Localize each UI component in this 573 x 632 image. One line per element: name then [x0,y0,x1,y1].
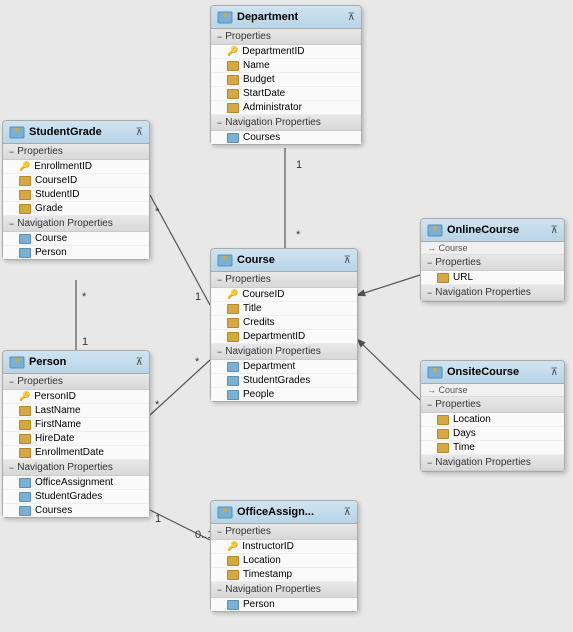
department-header[interactable]: Department ⊼ [211,6,361,29]
person-nav-courses: Courses [3,504,149,517]
onlinecourse-expand[interactable]: ⊼ [551,225,558,236]
onsitecourse-entity: OnsiteCourse ⊼ → Course − Properties Loc… [420,360,565,472]
onsitecourse-expand[interactable]: ⊼ [551,367,558,378]
course-prop-credits: Credits [211,316,357,330]
onsitecourse-header[interactable]: OnsiteCourse ⊼ [421,361,564,384]
officeassignment-props-header[interactable]: − Properties [211,524,357,540]
studentgrade-expand[interactable]: ⊼ [136,127,143,138]
course-entity: Course ⊼ − Properties 🔑 CourseID Title C… [210,248,358,402]
svg-text:*: * [155,399,160,411]
onsitecourse-props-header[interactable]: − Properties [421,397,564,413]
course-header[interactable]: Course ⊼ [211,249,357,272]
onsite-prop-location: Location [421,413,564,427]
svg-text:*: * [296,229,301,241]
onlinecourse-header[interactable]: OnlineCourse ⊼ [421,219,564,242]
diagram-canvas: 1 * * 1 * 1 * * 1 0..1 [0,0,573,632]
department-icon [217,9,233,25]
person-props-header[interactable]: − Properties [3,374,149,390]
studentgrade-title: StudentGrade [29,126,102,138]
sg-prop-grade: Grade [3,202,149,216]
course-expand[interactable]: ⊼ [344,255,351,266]
oa-nav-person: Person [211,598,357,611]
onsitecourse-title: OnsiteCourse [447,366,519,378]
onsitecourse-nav-header[interactable]: − Navigation Properties [421,455,564,471]
onlinecourse-subtitle: → Course [421,242,564,255]
course-nav-studentgrades: StudentGrades [211,374,357,388]
dept-prop-startdate: StartDate [211,87,361,101]
person-prop-firstname: FirstName [3,418,149,432]
officeassignment-title: OfficeAssign... [237,506,314,518]
person-expand[interactable]: ⊼ [136,357,143,368]
oa-prop-timestamp: Timestamp [211,568,357,582]
officeassignment-expand[interactable]: ⊼ [344,507,351,518]
course-prop-courseid: 🔑 CourseID [211,288,357,302]
svg-text:1: 1 [155,513,161,525]
sg-prop-courseid: CourseID [3,174,149,188]
onlinecourse-icon [427,222,443,238]
onlinecourse-entity: OnlineCourse ⊼ → Course − Properties URL… [420,218,565,302]
dept-nav-courses: Courses [211,131,361,144]
svg-text:1: 1 [82,336,88,348]
person-entity: Person ⊼ − Properties 🔑 PersonID LastNam… [2,350,150,518]
onlinecourse-nav-header[interactable]: − Navigation Properties [421,285,564,301]
course-prop-title: Title [211,302,357,316]
course-nav-header[interactable]: − Navigation Properties [211,344,357,360]
person-title: Person [29,356,66,368]
oc-prop-url: URL [421,271,564,285]
course-prop-departmentid: DepartmentID [211,330,357,344]
studentgrade-header[interactable]: StudentGrade ⊼ [3,121,149,144]
department-entity: Department ⊼ − Properties 🔑 DepartmentID… [210,5,362,145]
dept-prop-name: Name [211,59,361,73]
person-prop-hiredate: HireDate [3,432,149,446]
person-nav-officeassignment: OfficeAssignment [3,476,149,490]
onsite-prop-time: Time [421,441,564,455]
svg-text:1: 1 [296,159,302,171]
svg-text:1: 1 [195,291,201,303]
sg-prop-enrollmentid: 🔑 EnrollmentID [3,160,149,174]
onsitecourse-icon [427,364,443,380]
department-title: Department [237,11,298,23]
onsite-prop-days: Days [421,427,564,441]
sg-nav-course: Course [3,232,149,246]
onlinecourse-title: OnlineCourse [447,224,519,236]
officeassignment-entity: OfficeAssign... ⊼ − Properties 🔑 Instruc… [210,500,358,612]
dept-prop-departmentid: 🔑 DepartmentID [211,45,361,59]
sg-nav-person: Person [3,246,149,259]
officeassignment-nav-header[interactable]: − Navigation Properties [211,582,357,598]
course-props-header[interactable]: − Properties [211,272,357,288]
onsitecourse-subtitle: → Course [421,384,564,397]
svg-text:*: * [82,291,87,303]
studentgrade-icon [9,124,25,140]
person-icon [9,354,25,370]
person-nav-studentgrades: StudentGrades [3,490,149,504]
officeassignment-header[interactable]: OfficeAssign... ⊼ [211,501,357,524]
dept-prop-budget: Budget [211,73,361,87]
oa-prop-instructorid: 🔑 InstructorID [211,540,357,554]
course-nav-department: Department [211,360,357,374]
sg-prop-studentid: StudentID [3,188,149,202]
course-title: Course [237,254,275,266]
svg-text:*: * [155,206,160,218]
course-icon [217,252,233,268]
department-nav-header[interactable]: − Navigation Properties [211,115,361,131]
person-prop-enrollmentdate: EnrollmentDate [3,446,149,460]
studentgrade-entity: StudentGrade ⊼ − Properties 🔑 Enrollment… [2,120,150,260]
person-prop-personid: 🔑 PersonID [3,390,149,404]
department-props-header[interactable]: − Properties [211,29,361,45]
officeassignment-icon [217,504,233,520]
dept-prop-administrator: Administrator [211,101,361,115]
person-header[interactable]: Person ⊼ [3,351,149,374]
person-nav-header[interactable]: − Navigation Properties [3,460,149,476]
studentgrade-nav-header[interactable]: − Navigation Properties [3,216,149,232]
department-expand[interactable]: ⊼ [348,12,355,23]
onlinecourse-props-header[interactable]: − Properties [421,255,564,271]
person-prop-lastname: LastName [3,404,149,418]
studentgrade-props-header[interactable]: − Properties [3,144,149,160]
svg-text:*: * [195,356,200,368]
course-nav-people: People [211,388,357,401]
oa-prop-location: Location [211,554,357,568]
